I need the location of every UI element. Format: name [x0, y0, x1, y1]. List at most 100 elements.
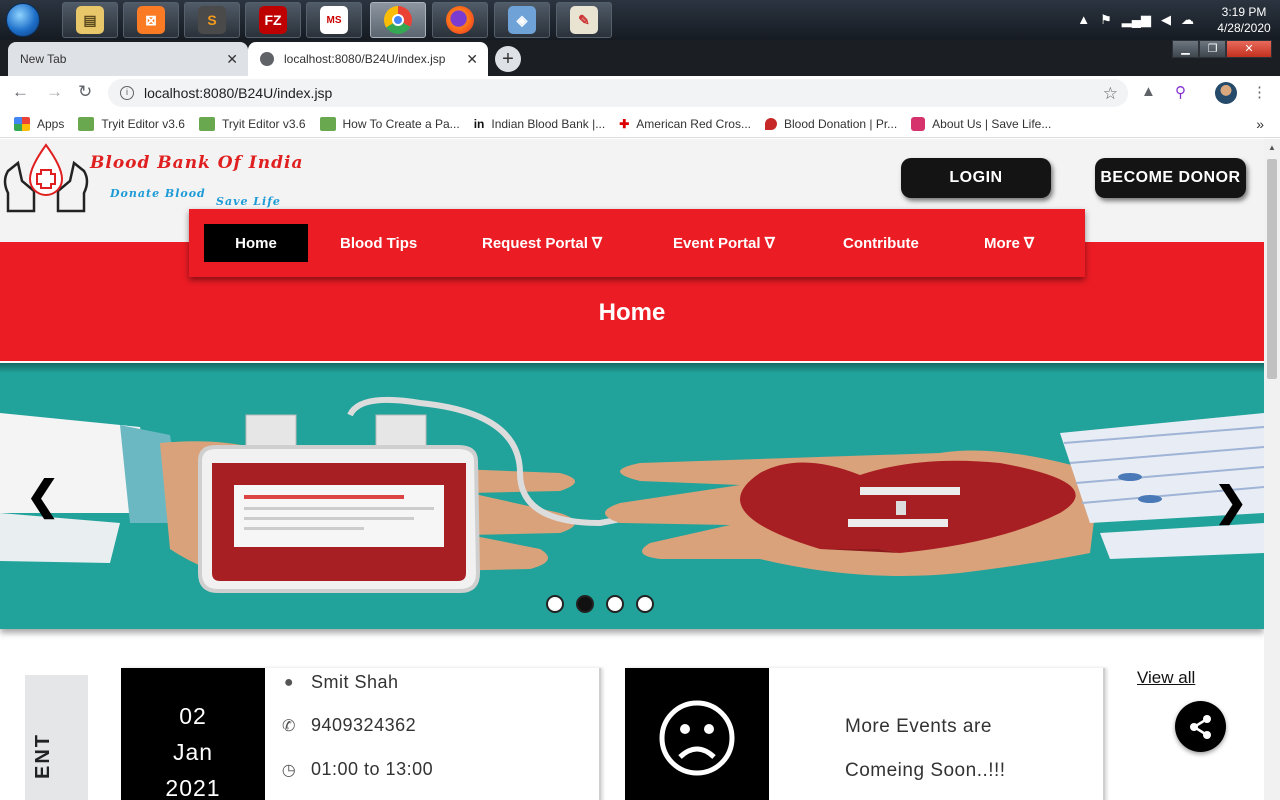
bookmark-label: Apps — [37, 116, 65, 131]
scrollbar-thumb[interactable] — [1267, 159, 1277, 379]
carousel-next-arrow-icon[interactable]: ❯ — [1214, 479, 1248, 525]
nav-blood-tips[interactable]: Blood Tips — [340, 224, 417, 262]
menu-kebab-icon[interactable]: ⋮ — [1252, 83, 1267, 101]
bookmark-apps[interactable]: Apps — [14, 116, 65, 131]
taskbar-paint[interactable]: ✎ — [556, 2, 612, 38]
clock-date: 4/28/2020 — [1217, 21, 1271, 35]
folder-icon: ▤ — [76, 6, 104, 34]
bookmarks-overflow-icon[interactable]: » — [1256, 116, 1264, 132]
logo-tagline-donate: Donate Blood — [110, 187, 206, 200]
bookmark-label: Tryit Editor v3.6 — [221, 116, 306, 131]
carousel-dot-active[interactable] — [576, 595, 594, 613]
carousel-indicators — [546, 595, 654, 613]
user-icon: ● — [283, 673, 295, 691]
main-nav: Home Blood Tips Request Portal ∇ Event P… — [189, 209, 1085, 277]
bookmark-tryit-2[interactable]: Tryit Editor v3.6 — [198, 116, 306, 131]
bookmark-label: Blood Donation | Pr... — [783, 116, 898, 131]
taskbar-filezilla[interactable]: FZ — [245, 2, 301, 38]
nav-request-portal[interactable]: Request Portal ∇ — [482, 224, 602, 262]
view-all-link[interactable]: View all — [1137, 668, 1195, 688]
tab-title: New Tab — [20, 52, 67, 66]
in-icon: in — [473, 116, 485, 131]
maximize-button[interactable]: ❐ — [1199, 40, 1226, 58]
bookmark-label: About Us | Save Life... — [932, 116, 1052, 131]
login-button[interactable]: LOGIN — [901, 158, 1051, 198]
taskbar-ms-tool[interactable]: MS — [306, 2, 362, 38]
become-donor-button[interactable]: BECOME DONOR — [1095, 158, 1246, 198]
profile-avatar[interactable] — [1215, 82, 1237, 104]
tab-new-tab[interactable]: New Tab ✕ — [8, 42, 248, 76]
carousel-dot[interactable] — [606, 595, 624, 613]
carousel-prev-arrow-icon[interactable]: ❮ — [26, 473, 60, 519]
bookmark-label: Tryit Editor v3.6 — [101, 116, 185, 131]
close-window-button[interactable]: ✕ — [1226, 40, 1272, 58]
action-center-icon[interactable]: ⚑ — [1100, 12, 1112, 28]
bookmark-indian-blood-bank[interactable]: in Indian Blood Bank |... — [474, 117, 606, 131]
windows-taskbar: ▤ ⊠ S FZ MS ◈ ✎ ▲ ⚑ ▂▄▆ ◀ ☁ 3:19 PM 4/28… — [0, 0, 1280, 40]
system-clock[interactable]: 3:19 PM 4/28/2020 — [1208, 4, 1280, 36]
start-button[interactable] — [6, 3, 40, 37]
blood-drop-icon — [764, 117, 777, 130]
sad-face-box — [625, 668, 769, 800]
carousel-top-shadow — [0, 363, 1264, 373]
sublime-icon: S — [198, 6, 226, 34]
ms-tool-icon: MS — [320, 6, 348, 34]
nav-event-portal[interactable]: Event Portal ∇ — [673, 224, 775, 262]
reload-icon[interactable]: ↻ — [78, 82, 92, 102]
bookmark-blood-donation[interactable]: Blood Donation | Pr... — [764, 116, 898, 131]
carousel-dot[interactable] — [546, 595, 564, 613]
time-range: 01:00 to 13:00 — [311, 759, 434, 779]
site-info-icon[interactable]: i — [120, 86, 134, 100]
globe-icon — [260, 52, 274, 66]
window-controls: ▁ ❐ ✕ — [1172, 40, 1272, 58]
filezilla-icon: FZ — [259, 6, 287, 34]
taskbar-virtualbox[interactable]: ◈ — [494, 2, 550, 38]
clock-time: 3:19 PM — [1221, 5, 1267, 19]
share-button[interactable] — [1175, 701, 1226, 752]
tab-close-icon[interactable]: ✕ — [226, 51, 238, 68]
event-organizer: ● Smit Shah — [281, 672, 399, 693]
bookmark-how-to[interactable]: How To Create a Pa... — [319, 116, 460, 131]
w3-icon — [198, 116, 215, 131]
new-tab-button[interactable]: + — [495, 46, 521, 72]
image-carousel: ❮ ❯ — [0, 363, 1264, 629]
taskbar-chrome[interactable] — [370, 2, 426, 38]
page-title: Home — [598, 299, 666, 326]
page-scrollbar[interactable]: ▲ — [1264, 139, 1280, 800]
nav-contribute[interactable]: Contribute — [843, 224, 919, 262]
taskbar-firefox[interactable] — [432, 2, 488, 38]
coming-soon-line-1: More Events are — [845, 716, 992, 737]
event-card[interactable]: 02 Jan 2021 ● Smit Shah ✆ 9409324362 ◷ 0… — [121, 668, 601, 800]
back-arrow-icon[interactable]: ← — [12, 82, 29, 102]
tab-close-icon[interactable]: ✕ — [466, 51, 478, 68]
red-cross-icon: ✚ — [619, 116, 630, 131]
carousel-dot[interactable] — [636, 595, 654, 613]
nav-more[interactable]: More ∇ — [984, 224, 1034, 262]
forward-arrow-icon[interactable]: → — [46, 82, 63, 102]
drive-extension-icon[interactable]: ▲ — [1141, 83, 1156, 100]
network-signal-icon[interactable]: ▂▄▆ — [1122, 12, 1151, 28]
paint-palette-icon: ✎ — [570, 6, 598, 34]
minimize-button[interactable]: ▁ — [1172, 40, 1199, 58]
bookmark-star-icon[interactable]: ☆ — [1103, 84, 1118, 104]
taskbar-sublime[interactable]: S — [184, 2, 240, 38]
tray-expand-icon[interactable]: ▲ — [1077, 12, 1090, 28]
cloud-sync-icon[interactable]: ☁ — [1181, 12, 1194, 28]
tab-title: localhost:8080/B24U/index.jsp — [284, 52, 446, 66]
search-extension-icon[interactable]: ⚲ — [1175, 83, 1186, 101]
volume-icon[interactable]: ◀ — [1161, 12, 1171, 28]
events-side-label: ENT — [32, 733, 54, 779]
w3-icon — [78, 116, 95, 131]
bookmark-tryit-1[interactable]: Tryit Editor v3.6 — [78, 116, 185, 131]
event-time: ◷ 01:00 to 13:00 — [281, 759, 433, 780]
bookmark-about-us[interactable]: About Us | Save Life... — [911, 116, 1052, 131]
bookmark-red-cross[interactable]: ✚ American Red Cros... — [619, 117, 751, 131]
address-bar[interactable]: i localhost:8080/B24U/index.jsp ☆ — [108, 79, 1128, 107]
taskbar-file-explorer[interactable]: ▤ — [62, 2, 118, 38]
clock-icon: ◷ — [281, 761, 297, 779]
scroll-up-icon[interactable]: ▲ — [1268, 143, 1276, 152]
nav-home[interactable]: Home — [204, 224, 308, 262]
event-phone: ✆ 9409324362 — [281, 715, 416, 736]
taskbar-xampp[interactable]: ⊠ — [123, 2, 179, 38]
tab-index-jsp[interactable]: localhost:8080/B24U/index.jsp ✕ — [248, 42, 488, 76]
